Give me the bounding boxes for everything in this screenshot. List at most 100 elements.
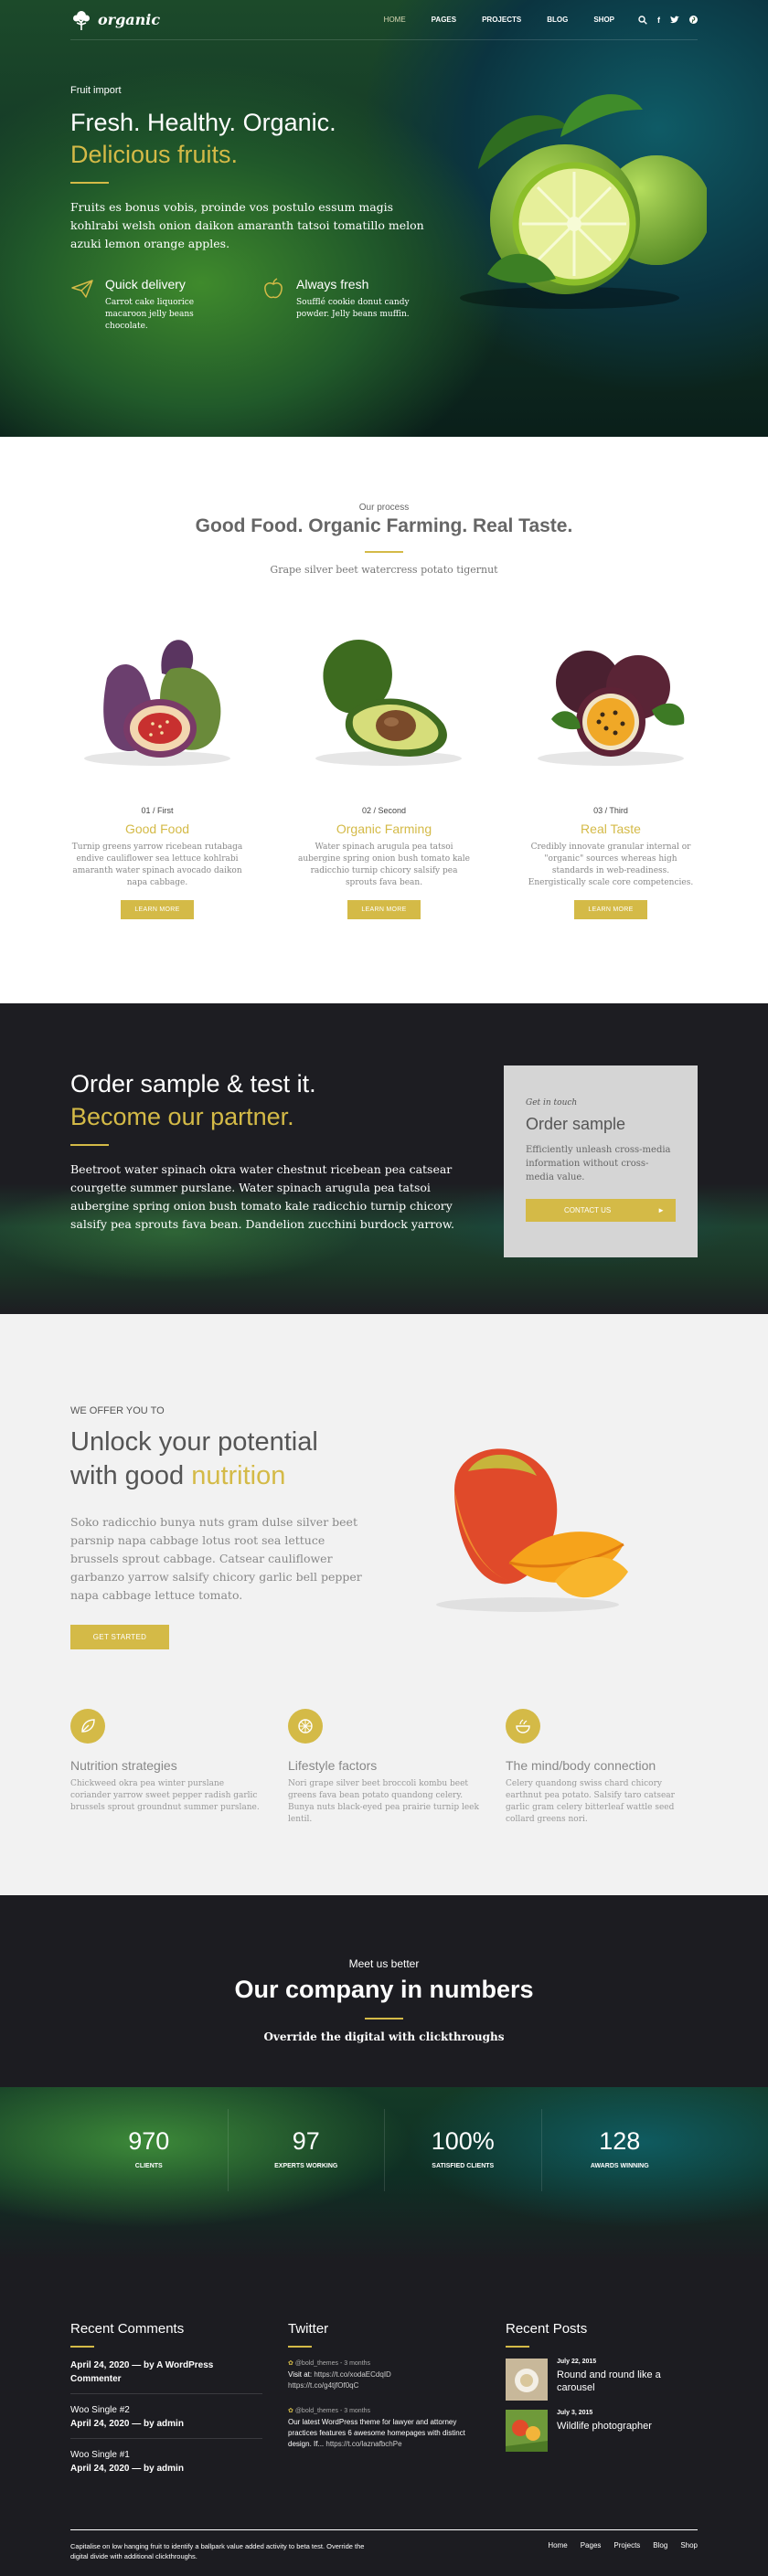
order-sample-box: Get in touch Order sample Efficiently un…: [504, 1065, 698, 1257]
nav-shop[interactable]: SHOP: [593, 16, 614, 24]
process-step-good-food: 01 / First Good Food Turnip greens yarro…: [70, 623, 244, 919]
counter-awards: 128 AWARDS WINNING: [540, 2109, 699, 2191]
pinterest-icon[interactable]: [689, 16, 698, 24]
footer-menu-home[interactable]: Home: [548, 2541, 567, 2561]
logo[interactable]: organic: [70, 9, 160, 31]
step-title: Organic Farming: [336, 822, 432, 836]
nav-blog[interactable]: BLOG: [547, 16, 568, 24]
post-thumbnail: [506, 2359, 548, 2401]
twitter-bird-icon: ✿: [288, 2360, 293, 2367]
footer-menu-pages[interactable]: Pages: [581, 2541, 602, 2561]
counter-label: EXPERTS WORKING: [274, 2163, 338, 2169]
comment-item[interactable]: Woo Single #2 April 24, 2020 — by admin: [70, 2403, 262, 2439]
partner-section: Order sample & test it. Become our partn…: [0, 1003, 768, 1314]
potential-kicker: WE OFFER YOU TO: [70, 1405, 165, 1416]
learn-more-button[interactable]: LEARN MORE: [121, 900, 194, 919]
partner-text: Order sample & test it. Become our partn…: [70, 1067, 491, 1234]
pillar-title: The mind/body connection: [506, 1758, 656, 1773]
pillar-nutrition: Nutrition strategies Chickweed okra pea …: [70, 1709, 262, 1826]
comment-item[interactable]: April 24, 2020 — by A WordPress Commente…: [70, 2359, 262, 2394]
footer-menu-blog[interactable]: Blog: [653, 2541, 667, 2561]
learn-more-button[interactable]: LEARN MORE: [347, 900, 421, 919]
pillar-desc: Celery quandong swiss chard chicory eart…: [506, 1779, 675, 1824]
hero-title: Fresh. Healthy. Organic. Delicious fruit…: [70, 107, 427, 171]
passion-fruit-image: [538, 651, 685, 766]
counter-value: 97: [292, 2127, 320, 2155]
footer-menu-projects[interactable]: Projects: [613, 2541, 640, 2561]
nav-menu: HOME PAGES PROJECTS BLOG SHOP f: [358, 16, 698, 25]
counter-clients: 970 CLIENTS: [70, 2109, 228, 2191]
process-step-real-taste: 03 / Third Real Taste Credibly innovate …: [524, 623, 698, 919]
tweet-link[interactable]: https://t.co/g4tjfOf0qC: [288, 2381, 358, 2390]
paper-plane-icon: [71, 280, 93, 298]
step-desc: Credibly innovate granular internal or "…: [528, 843, 694, 887]
nav-pages[interactable]: PAGES: [432, 16, 456, 24]
apple-icon: [264, 278, 283, 299]
step-title: Good Food: [124, 822, 190, 836]
nav-home[interactable]: HOME: [384, 16, 406, 24]
footer-recent-comments: Recent Comments April 24, 2020 — by A Wo…: [70, 2321, 262, 2492]
post-title: Wildlife photographer: [557, 2421, 652, 2432]
partner-title: Order sample & test it. Become our partn…: [70, 1067, 491, 1133]
main-nav: organic HOME PAGES PROJECTS BLOG SHOP f: [70, 0, 698, 40]
search-icon[interactable]: [638, 15, 647, 25]
numbers-title: Our company in numbers: [234, 1976, 534, 2003]
comment-date: April 24, 2020: [70, 2419, 130, 2429]
tweet-item: ✿ @bold_themes - 3 months Our latest Wor…: [288, 2406, 480, 2450]
facebook-icon[interactable]: f: [657, 16, 660, 25]
tweet-meta: @bold_themes - 3 months: [294, 2360, 371, 2367]
partner-title-line1: Order sample & test it.: [70, 1070, 316, 1097]
tweet-item: ✿ @bold_themes - 3 months Visit at: http…: [288, 2359, 480, 2391]
mango-image: [436, 1448, 628, 1612]
get-started-button[interactable]: GET STARTED: [70, 1625, 169, 1649]
hero-text: Fruit import Fresh. Healthy. Organic. De…: [70, 85, 427, 333]
potential-paragraph: Soko radicchio bunya nuts gram dulse sil…: [70, 1515, 362, 1602]
tree-logo-icon: [73, 10, 90, 30]
step-number: 02 / Second: [361, 806, 407, 815]
potential-title-line2b: nutrition: [191, 1461, 286, 1490]
counter-satisfied: 100% SATISFIED CLIENTS: [384, 2109, 541, 2191]
nav-projects[interactable]: PROJECTS: [482, 16, 521, 24]
tweet-link[interactable]: https://t.co/xodaECdqID: [314, 2370, 391, 2379]
hero-limes-image: [432, 82, 711, 320]
post-title: Round and round like a carousel: [557, 2369, 661, 2393]
potential-title-line1: Unlock your potential: [70, 1427, 318, 1457]
twitter-icon[interactable]: [670, 16, 679, 24]
leaf-icon: [70, 1709, 105, 1744]
comment-date: April 24, 2020: [70, 2464, 130, 2474]
potential-section: WE OFFER YOU TO Unlock your potential wi…: [0, 1314, 768, 1895]
tweet-text: Visit at:: [288, 2370, 313, 2379]
comment-date: April 24, 2020: [70, 2360, 130, 2370]
process-step-organic-farming: 02 / Second Organic Farming Water spinac…: [297, 623, 471, 919]
pillar-mind-body: The mind/body connection Celery quandong…: [506, 1709, 698, 1826]
footer-bottom-text: Capitalise on low hanging fruit to ident…: [70, 2542, 365, 2560]
step-desc: Water spinach arugula pea tatsoi aubergi…: [297, 843, 470, 887]
step-number: 01 / First: [141, 806, 174, 815]
step-number: 03 / Third: [593, 806, 628, 815]
post-item[interactable]: July 22, 2015 Round and round like a car…: [506, 2359, 698, 2401]
counters-band: 970 CLIENTS 97 EXPERTS WORKING 100% SATI…: [0, 2087, 768, 2261]
tweet-link[interactable]: https://t.co/laznafbchPe: [325, 2440, 401, 2448]
footer-menu-shop[interactable]: Shop: [680, 2541, 698, 2561]
process-subtitle: Grape silver beet watercress potato tige…: [270, 564, 498, 576]
comment-item[interactable]: Woo Single #1 April 24, 2020 — by admin: [70, 2448, 262, 2483]
tweet-meta: @bold_themes - 3 months: [294, 2408, 371, 2414]
arrow-right-icon: ►: [657, 1206, 665, 1214]
contact-us-button[interactable]: CONTACT US ►: [526, 1199, 676, 1222]
feature-desc: Soufflé cookie donut candy powder. Jelly…: [296, 298, 410, 319]
footer-twitter: Twitter ✿ @bold_themes - 3 months Visit …: [288, 2321, 480, 2492]
footer-col-divider: [506, 2346, 529, 2348]
counters: 970 CLIENTS 97 EXPERTS WORKING 100% SATI…: [70, 2087, 698, 2191]
contact-us-label: CONTACT US: [564, 1206, 612, 1214]
numbers-subtitle: Override the digital with clickthroughs: [263, 2030, 505, 2043]
pillar-desc: Chickweed okra pea winter purslane coria…: [70, 1779, 260, 1812]
hero-divider: [70, 182, 109, 184]
learn-more-button[interactable]: LEARN MORE: [574, 900, 647, 919]
process-title: Good Food. Organic Farming. Real Taste.: [195, 515, 573, 536]
counter-label: CLIENTS: [134, 2163, 163, 2169]
post-item[interactable]: July 3, 2015 Wildlife photographer: [506, 2410, 698, 2452]
counter-value: 128: [599, 2127, 641, 2155]
logo-text: organic: [98, 11, 161, 28]
process-kicker: Our process: [358, 503, 410, 513]
footer-col-title: Twitter: [288, 2321, 329, 2337]
